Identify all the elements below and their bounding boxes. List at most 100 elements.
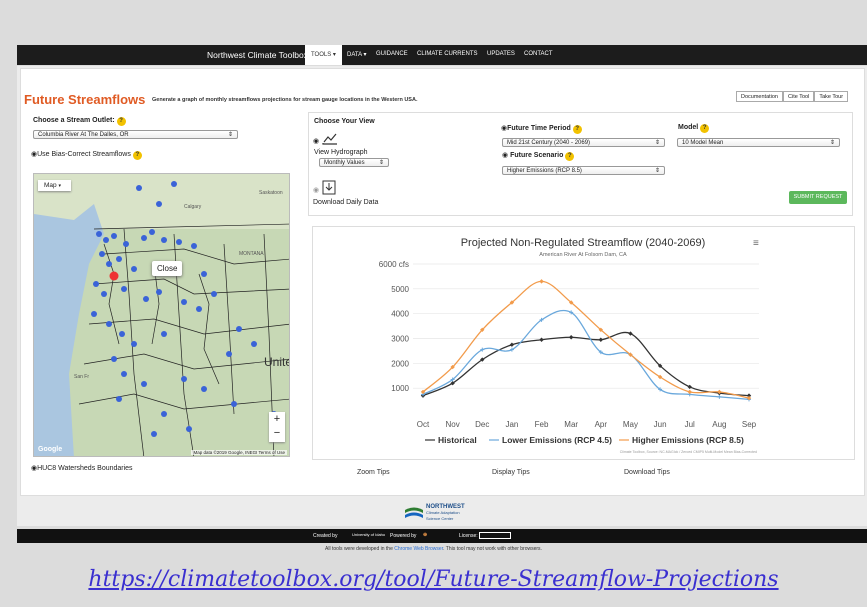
x-tick-label: Nov [446, 420, 460, 429]
map-label-saskatoon: Saskatoon [259, 190, 283, 196]
chart-title: Projected Non-Regulated Streamflow (2040… [461, 237, 706, 249]
legend-label[interactable]: Historical [438, 435, 477, 445]
bias-checkbox[interactable]: ◉Use Bias-Correct Streamflows ? [31, 150, 142, 160]
zoom-in-button[interactable]: + [269, 412, 285, 426]
data-point[interactable] [539, 279, 544, 284]
created-by: Created by [313, 533, 338, 539]
select-arrows-icon: ⇕ [654, 140, 660, 146]
x-tick-label: Feb [535, 420, 549, 429]
zoom-tips[interactable]: Zoom Tips [357, 469, 390, 476]
scenario-label: ◉ Future Scenario ? [502, 151, 575, 161]
display-tips[interactable]: Display Tips [492, 469, 530, 476]
footer-bar: Created by University of Idaho Powered b… [17, 529, 867, 543]
legend-label[interactable]: Higher Emissions (RCP 8.5) [632, 435, 744, 445]
select-arrows-icon: ⇕ [227, 132, 233, 138]
y-tick-label: 5000 [391, 285, 409, 294]
top-buttons: Documentation Cite Tool Take Tour [736, 91, 849, 102]
page-title: Future Streamflows [24, 92, 146, 107]
submit-request-button[interactable]: SUBMIT REQUEST [789, 191, 847, 204]
outlet-label: Choose a Stream Outlet: ? [33, 117, 126, 126]
select-arrows-icon: ⇕ [654, 168, 660, 174]
help-icon[interactable]: ? [700, 124, 710, 133]
data-point[interactable] [509, 342, 515, 347]
view-label: Choose Your View [314, 118, 375, 125]
selected-marker-icon [109, 271, 119, 281]
chrome-link[interactable]: Chrome Web Browser [394, 546, 443, 552]
chart-menu-icon[interactable]: ≡ [753, 238, 759, 249]
map-attribution: Map data ©2019 Google, INEGI Terms of Us… [191, 450, 287, 455]
model-label: Model ? [678, 124, 710, 133]
license-label: License: [459, 533, 478, 539]
series-line[interactable] [422, 309, 750, 400]
download-tips[interactable]: Download Tips [624, 469, 670, 476]
chart-container: Projected Non-Regulated Streamflow (2040… [312, 226, 855, 460]
period-label: ◉Future Time Period ? [501, 124, 582, 134]
x-tick-label: Aug [712, 420, 726, 429]
zoom-out-button[interactable]: − [269, 426, 285, 440]
download-daily-label: Download Daily Data [313, 199, 379, 206]
period-select[interactable]: Mid 21st Century (2040 - 2069) ⇕ [502, 138, 665, 147]
download-icon [322, 180, 336, 195]
browser-note: All tools were developed in the Chrome W… [325, 546, 542, 552]
x-tick-label: Mar [564, 420, 578, 429]
take-tour-button[interactable]: Take Tour [814, 91, 849, 102]
powered-by: Powered by [390, 533, 417, 539]
view-hydrograph-label: View Hydrograph [314, 149, 368, 156]
data-point[interactable] [717, 394, 722, 399]
cite-tool-button[interactable]: Cite Tool [783, 91, 815, 102]
nav-guidance[interactable]: GUIDANCE [376, 51, 408, 57]
y-tick-label: 4000 [391, 310, 409, 319]
y-tick-label: 3000 [391, 335, 409, 344]
x-tick-label: Jul [685, 420, 695, 429]
scenario-select[interactable]: Higher Emissions (RCP 8.5) ⇕ [502, 166, 665, 175]
nav-tools[interactable]: TOOLS ▾ [305, 45, 342, 65]
map-label-calgary: Calgary [184, 204, 202, 210]
help-icon[interactable]: ? [116, 117, 126, 126]
map-popup-close[interactable]: Close [152, 261, 183, 276]
data-point[interactable] [687, 389, 692, 395]
model-select[interactable]: 10 Model Mean ⇕ [677, 138, 840, 147]
select-arrows-icon: ⇕ [829, 140, 835, 146]
documentation-button[interactable]: Documentation [736, 91, 783, 102]
series-line[interactable] [422, 280, 750, 399]
help-icon[interactable]: ? [572, 125, 582, 134]
nw-casc-logo: NORTHWEST Climate Adaptation Science Cen… [405, 504, 465, 522]
hydrograph-radio[interactable]: ◉ [313, 137, 319, 145]
streamflow-chart: Projected Non-Regulated Streamflow (2040… [379, 237, 759, 454]
nav-data[interactable]: DATA ▾ [347, 51, 366, 58]
license-badge[interactable] [479, 532, 511, 539]
map-label-united: Unite [264, 355, 290, 369]
x-tick-label: Sep [742, 420, 757, 429]
nav-contact[interactable]: CONTACT [524, 51, 553, 57]
x-tick-label: Apr [595, 420, 608, 429]
nav-climate-currents[interactable]: CLIMATE CURRENTS [417, 51, 478, 57]
select-arrows-icon: ⇕ [378, 160, 384, 166]
hydrograph-select[interactable]: Monthly Values ⇕ [319, 158, 389, 167]
map-canvas[interactable] [34, 174, 290, 457]
map-label-sanfran: San Fr [74, 374, 90, 380]
x-tick-label: Jun [654, 420, 667, 429]
outlet-select[interactable]: Columbia River At The Dalles, OR ⇕ [33, 130, 238, 139]
help-icon[interactable]: ? [132, 151, 142, 160]
zoom-control: + − [269, 412, 285, 442]
hydrograph-icon [322, 133, 337, 145]
source-url[interactable]: https://climatetoolbox.org/tool/Future-S… [0, 567, 867, 592]
x-tick-label: May [623, 420, 638, 429]
x-tick-label: Oct [417, 420, 430, 429]
powered-logo[interactable]: ⊕ [423, 532, 427, 538]
y-tick-label: 6000 cfs [379, 260, 409, 269]
huc-checkbox[interactable]: ◉HUC8 Watersheds Boundaries [31, 464, 133, 472]
legend-label[interactable]: Lower Emissions (RCP 4.5) [502, 435, 612, 445]
help-icon[interactable]: ? [565, 152, 575, 161]
map-type-select[interactable]: Map ▾ [38, 180, 71, 191]
y-tick-label: 1000 [391, 384, 409, 393]
chart-subtitle: American River At Folsom Dam, CA [539, 252, 627, 258]
x-tick-label: Dec [475, 420, 489, 429]
google-logo: Google [38, 446, 63, 453]
download-radio[interactable]: ◉ [313, 186, 319, 194]
page-subtitle: Generate a graph of monthly streamflows … [152, 97, 418, 103]
map[interactable]: Map ▾ Close Calgary Saskatoon MONTANA Un… [33, 173, 290, 457]
nav-updates[interactable]: UPDATES [487, 51, 515, 57]
brand-link[interactable]: Northwest Climate Toolbox [207, 50, 308, 60]
uni-logo[interactable]: University of Idaho [352, 532, 385, 537]
